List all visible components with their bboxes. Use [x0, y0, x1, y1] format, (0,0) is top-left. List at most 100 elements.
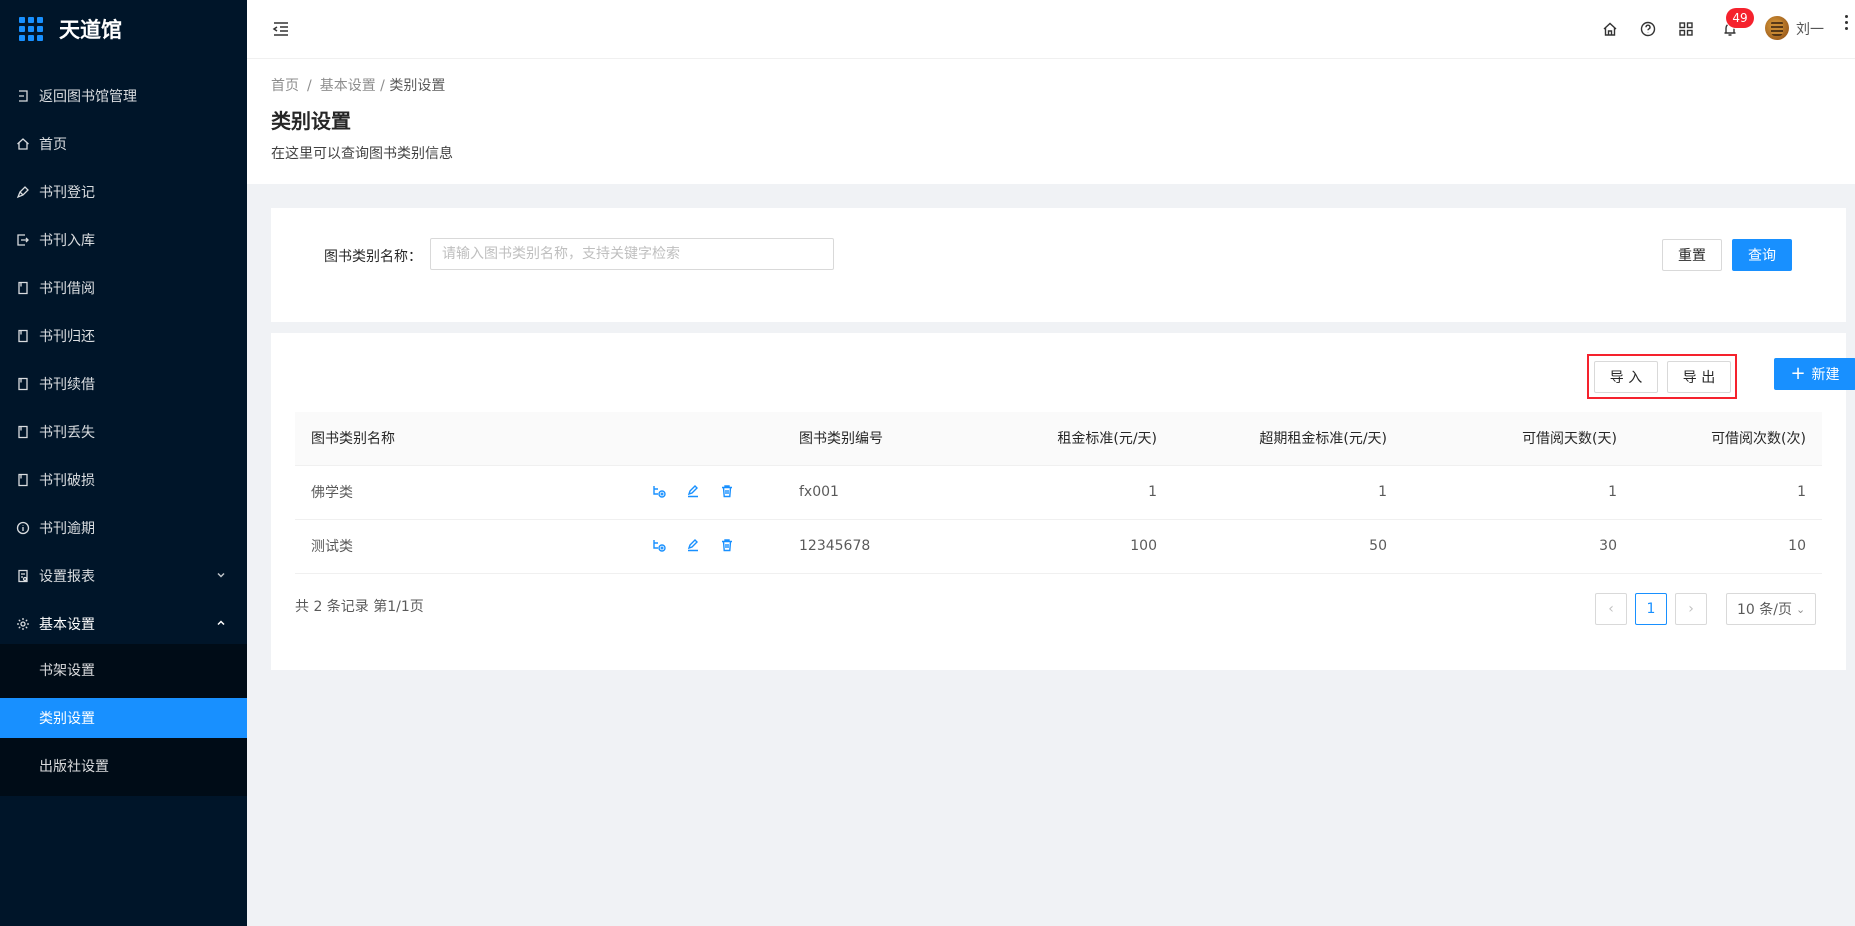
pen-icon [16, 185, 30, 199]
table-row: 佛学类 fx001 1 1 1 1 [295, 465, 1822, 520]
return-icon [16, 89, 30, 103]
page-description: 在这里可以查询图书类别信息 [271, 146, 453, 162]
sidebar-item-label: 书刊登记 [39, 185, 95, 201]
cell-rent: 1 [943, 465, 1173, 520]
sidebar-item-label: 书刊丢失 [39, 425, 95, 441]
cell-overdue-rent: 50 [1173, 519, 1403, 574]
sidebar-item-label: 书刊借阅 [39, 281, 95, 297]
cell-days: 30 [1403, 519, 1633, 574]
sidebar-item-return[interactable]: 返回图书馆管理 [0, 76, 247, 116]
edit-icon[interactable] [685, 537, 701, 553]
new-button-label: 新建 [1811, 367, 1840, 383]
sidebar-item-renew[interactable]: 书刊续借 [0, 364, 247, 404]
home-icon [16, 137, 30, 151]
cell-actions [635, 519, 783, 574]
export-button[interactable]: 导 出 [1667, 361, 1731, 393]
sidebar-item-basic-settings[interactable]: 基本设置 [0, 604, 247, 644]
apps-grid-icon[interactable] [1678, 21, 1694, 37]
sidebar-item-category-settings[interactable]: 类别设置 [0, 698, 247, 738]
sidebar-item-home[interactable]: 首页 [0, 124, 247, 164]
book-icon [16, 329, 30, 343]
username[interactable]: 刘一 [1796, 19, 1824, 39]
table-header-row: 图书类别名称 图书类别编号 租金标准(元/天) 超期租金标准(元/天) 可借阅天… [295, 412, 1822, 466]
breadcrumb-home[interactable]: 首页 [271, 78, 299, 94]
breadcrumb-current: 类别设置 [389, 78, 446, 94]
reset-button[interactable]: 重置 [1662, 239, 1722, 271]
plus-icon: + [1790, 363, 1806, 384]
cell-code: fx001 [783, 465, 943, 520]
column-header-rent: 租金标准(元/天) [943, 412, 1173, 466]
column-header-days: 可借阅天数(天) [1403, 412, 1633, 466]
cell-days: 1 [1403, 465, 1633, 520]
breadcrumb: 首页 / 基本设置 / 类别设置 [271, 78, 446, 94]
chevron-down-icon: ⌄ [1795, 602, 1806, 616]
sidebar-item-register[interactable]: 书刊登记 [0, 172, 247, 212]
home-icon[interactable] [1602, 21, 1618, 37]
notification-badge: 49 [1726, 8, 1754, 28]
cell-times: 10 [1633, 519, 1822, 574]
search-card: 图书类别名称： 重置 查询 [271, 208, 1846, 322]
query-button[interactable]: 查询 [1732, 239, 1792, 271]
category-table: 图书类别名称 图书类别编号 租金标准(元/天) 超期租金标准(元/天) 可借阅天… [295, 412, 1822, 574]
sidebar-item-label: 基本设置 [39, 617, 95, 633]
sidebar-item-report-settings[interactable]: 设置报表 [0, 556, 247, 596]
book-icon [16, 473, 30, 487]
more-vertical-icon[interactable] [1845, 15, 1849, 33]
add-subcategory-icon[interactable] [651, 483, 667, 499]
sidebar-item-borrow[interactable]: 书刊借阅 [0, 268, 247, 308]
sidebar-item-label: 书刊续借 [39, 377, 95, 393]
delete-icon[interactable] [719, 483, 735, 499]
table-card: 导 入 导 出 + 新建 图书类别名称 图书类别编号 租金标准(元/天) 超期租… [271, 333, 1855, 670]
column-header-times: 可借阅次数(次) [1633, 412, 1822, 466]
sidebar-item-label: 书刊逾期 [39, 521, 95, 537]
sidebar-item-label: 返回图书馆管理 [39, 89, 137, 105]
sidebar-item-publisher-settings[interactable]: 出版社设置 [0, 746, 247, 786]
column-header-overdue-rent: 超期租金标准(元/天) [1173, 412, 1403, 466]
edit-icon[interactable] [685, 483, 701, 499]
app-grid-logo-icon [19, 17, 43, 41]
chevron-down-icon [215, 569, 227, 581]
add-subcategory-icon[interactable] [651, 537, 667, 553]
table-row: 测试类 12345678 100 50 30 10 [295, 519, 1822, 574]
sidebar-item-damaged[interactable]: 书刊破损 [0, 460, 247, 500]
gear-icon [16, 617, 30, 631]
category-name-label: 图书类别名称： [324, 249, 422, 265]
book-icon [16, 281, 30, 295]
app-title: 天道馆 [59, 18, 122, 42]
sidebar-item-label: 书刊破损 [39, 473, 95, 489]
page-title: 类别设置 [271, 109, 351, 133]
import-button[interactable]: 导 入 [1594, 361, 1658, 393]
cell-actions [635, 465, 783, 520]
next-page-button[interactable]: › [1675, 593, 1707, 625]
sidebar-item-stock-in[interactable]: 书刊入库 [0, 220, 247, 260]
pagination-summary: 共 2 条记录 第1/1页 [295, 599, 424, 615]
sidebar: 天道馆 返回图书馆管理 首页 书刊登记 书刊入库 书刊借阅 书刊归还 书刊续借 … [0, 0, 247, 926]
help-icon[interactable] [1640, 21, 1656, 37]
sidebar-item-label: 书刊归还 [39, 329, 95, 345]
menu-fold-icon[interactable] [271, 19, 291, 39]
sidebar-item-label: 首页 [39, 137, 67, 153]
login-icon [16, 233, 30, 247]
sidebar-item-label: 书刊入库 [39, 233, 95, 249]
column-header-actions [635, 412, 783, 466]
category-name-search-input[interactable] [430, 238, 834, 270]
delete-icon[interactable] [719, 537, 735, 553]
page-number-button[interactable]: 1 [1635, 593, 1667, 625]
basic-settings-submenu: 书架设置 类别设置 出版社设置 [0, 644, 247, 796]
sidebar-item-shelf-settings[interactable]: 书架设置 [0, 650, 247, 690]
sidebar-item-return-book[interactable]: 书刊归还 [0, 316, 247, 356]
sidebar-item-lost[interactable]: 书刊丢失 [0, 412, 247, 452]
sidebar-item-overdue[interactable]: 书刊逾期 [0, 508, 247, 548]
cell-rent: 100 [943, 519, 1173, 574]
cell-overdue-rent: 1 [1173, 465, 1403, 520]
prev-page-button[interactable]: ‹ [1595, 593, 1627, 625]
new-button[interactable]: + 新建 [1774, 358, 1855, 390]
book-icon [16, 377, 30, 391]
page-header: 首页 / 基本设置 / 类别设置 类别设置 在这里可以查询图书类别信息 [247, 59, 1855, 184]
cell-name: 测试类 [295, 519, 635, 574]
sidebar-menu: 返回图书馆管理 首页 书刊登记 书刊入库 书刊借阅 书刊归还 书刊续借 书刊丢失… [0, 76, 247, 644]
avatar[interactable] [1765, 16, 1789, 40]
info-icon [16, 521, 30, 535]
cell-name: 佛学类 [295, 465, 635, 520]
page-size-select[interactable]: 10 条/页 ⌄ [1726, 593, 1816, 625]
